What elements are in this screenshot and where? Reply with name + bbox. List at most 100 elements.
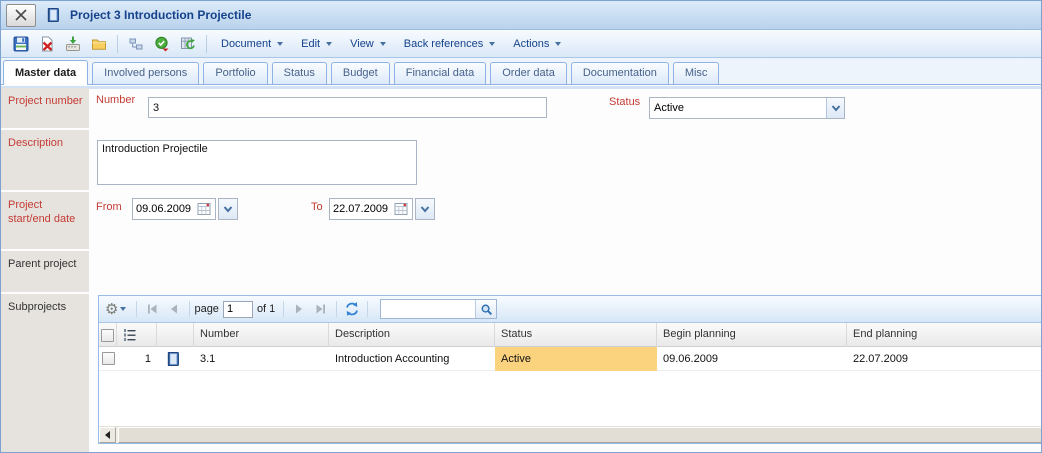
- status-label: Status: [609, 96, 641, 108]
- chevron-down-icon: [277, 41, 284, 46]
- application-window: Project 3 Introduction Projectile Docume…: [0, 0, 1042, 453]
- to-label: To: [311, 201, 323, 213]
- horizontal-scrollbar: [99, 426, 1041, 443]
- grid-search-button[interactable]: [475, 300, 497, 318]
- column-header-begin-planning[interactable]: Begin planning: [657, 323, 847, 347]
- search-icon: [481, 304, 492, 315]
- save-icon: [13, 36, 29, 51]
- grid-toolbar: ⚙ page of 1: [99, 296, 1041, 323]
- recalculate-button[interactable]: [175, 32, 201, 55]
- scrollbar-thumb[interactable]: [118, 427, 1041, 443]
- grid-settings-button[interactable]: ⚙: [105, 302, 127, 317]
- status-combo-input[interactable]: [650, 98, 826, 118]
- column-header-status[interactable]: Status: [495, 323, 657, 347]
- tab-strip-band: [1, 86, 1041, 89]
- first-page-button[interactable]: [141, 299, 163, 319]
- column-header-description[interactable]: Description: [329, 323, 495, 347]
- page-number-input[interactable]: [222, 300, 253, 318]
- calendar-icon: [197, 203, 211, 215]
- menu-document-label: Document: [221, 37, 272, 50]
- from-date-dropdown-button[interactable]: [218, 198, 238, 220]
- tab-financial-data[interactable]: Financial data: [393, 62, 487, 84]
- title-bar: Project 3 Introduction Projectile: [1, 1, 1041, 30]
- status-combo-trigger[interactable]: [826, 98, 844, 118]
- select-all-header-cell: [99, 323, 117, 347]
- open-folder-button[interactable]: [86, 32, 112, 55]
- grid-header-row: Number Description Status Begin planning…: [99, 323, 1041, 347]
- tab-documentation[interactable]: Documentation: [570, 62, 669, 84]
- menu-view[interactable]: View: [341, 34, 395, 54]
- sidebar-item-subprojects: Subprojects: [1, 294, 89, 452]
- description-textarea[interactable]: Introduction Projectile: [97, 140, 417, 185]
- numbered-list-icon: [124, 329, 136, 341]
- subprojects-grid: ⚙ page of 1: [98, 295, 1041, 444]
- last-page-icon: [316, 304, 326, 314]
- sidebar-item-project-number: Project number: [1, 88, 89, 128]
- status-combo[interactable]: [649, 97, 845, 119]
- sidebar-item-description: Description: [1, 130, 89, 190]
- tab-budget[interactable]: Budget: [330, 62, 390, 84]
- calendar-icon: [394, 203, 408, 215]
- scroll-left-arrow-icon: [105, 431, 110, 439]
- number-input[interactable]: [148, 97, 547, 118]
- previous-page-button[interactable]: [163, 299, 185, 319]
- project-book-icon: [47, 7, 60, 23]
- type-icon-header-cell: [157, 323, 194, 347]
- chevron-down-icon: [831, 105, 840, 112]
- chevron-down-icon: [489, 41, 496, 46]
- next-page-icon: [296, 304, 303, 314]
- table-row[interactable]: 1 3.1 Introduction Accounting Active 09.…: [99, 346, 1041, 371]
- tab-order-data[interactable]: Order data: [490, 62, 567, 84]
- number-label: Number: [96, 94, 136, 106]
- tab-master-data[interactable]: Master data: [3, 60, 89, 85]
- menu-edit[interactable]: Edit: [292, 34, 341, 54]
- from-date-field[interactable]: [132, 198, 216, 220]
- page-count-label: of 1: [256, 303, 276, 315]
- previous-page-icon: [171, 304, 178, 314]
- grid-toolbar-separator: [283, 301, 285, 317]
- row-checkbox[interactable]: [101, 352, 115, 365]
- next-page-button[interactable]: [288, 299, 310, 319]
- sidebar-item-project-dates: Project start/end date: [1, 192, 89, 249]
- toolbar-separator: [206, 34, 207, 53]
- first-page-icon: [148, 304, 157, 314]
- chevron-down-icon: [120, 307, 127, 311]
- from-calendar-button[interactable]: [195, 199, 213, 219]
- menu-actions-label: Actions: [513, 37, 550, 50]
- grid-toolbar-separator: [336, 301, 338, 317]
- tab-strip: Master data Involved persons Portfolio S…: [1, 58, 1041, 85]
- column-header-number[interactable]: Number: [194, 323, 329, 347]
- menu-view-label: View: [350, 37, 374, 50]
- refresh-button[interactable]: [341, 299, 363, 319]
- folder-open-icon: [92, 39, 106, 50]
- close-button[interactable]: [6, 3, 36, 27]
- chevron-down-icon: [223, 206, 233, 213]
- to-date-input[interactable]: [330, 201, 392, 217]
- complete-button[interactable]: [149, 32, 175, 55]
- row-description-cell: Introduction Accounting: [335, 352, 450, 365]
- to-calendar-button[interactable]: [392, 199, 410, 219]
- from-date-input[interactable]: [133, 201, 195, 217]
- delete-button[interactable]: [34, 32, 60, 55]
- grid-search-input[interactable]: [381, 300, 476, 318]
- to-date-dropdown-button[interactable]: [415, 198, 435, 220]
- row-number-header-cell: [117, 323, 157, 347]
- import-button[interactable]: [60, 32, 86, 55]
- last-page-button[interactable]: [310, 299, 332, 319]
- to-date-field[interactable]: [329, 198, 413, 220]
- save-button[interactable]: [8, 32, 34, 55]
- chevron-down-icon: [420, 206, 430, 213]
- tab-portfolio[interactable]: Portfolio: [203, 62, 268, 84]
- refresh-icon: [346, 302, 359, 316]
- select-all-checkbox[interactable]: [101, 328, 114, 342]
- scroll-left-button[interactable]: [99, 427, 116, 443]
- hierarchy-button[interactable]: [123, 32, 149, 55]
- close-icon: [15, 9, 27, 21]
- tab-status[interactable]: Status: [271, 62, 327, 84]
- tab-involved-persons[interactable]: Involved persons: [92, 62, 200, 84]
- menu-document[interactable]: Document: [212, 34, 292, 54]
- menu-actions[interactable]: Actions: [504, 34, 570, 54]
- tab-misc[interactable]: Misc: [672, 62, 720, 84]
- column-header-end-planning[interactable]: End planning: [847, 323, 1041, 347]
- menu-back-references[interactable]: Back references: [395, 34, 504, 54]
